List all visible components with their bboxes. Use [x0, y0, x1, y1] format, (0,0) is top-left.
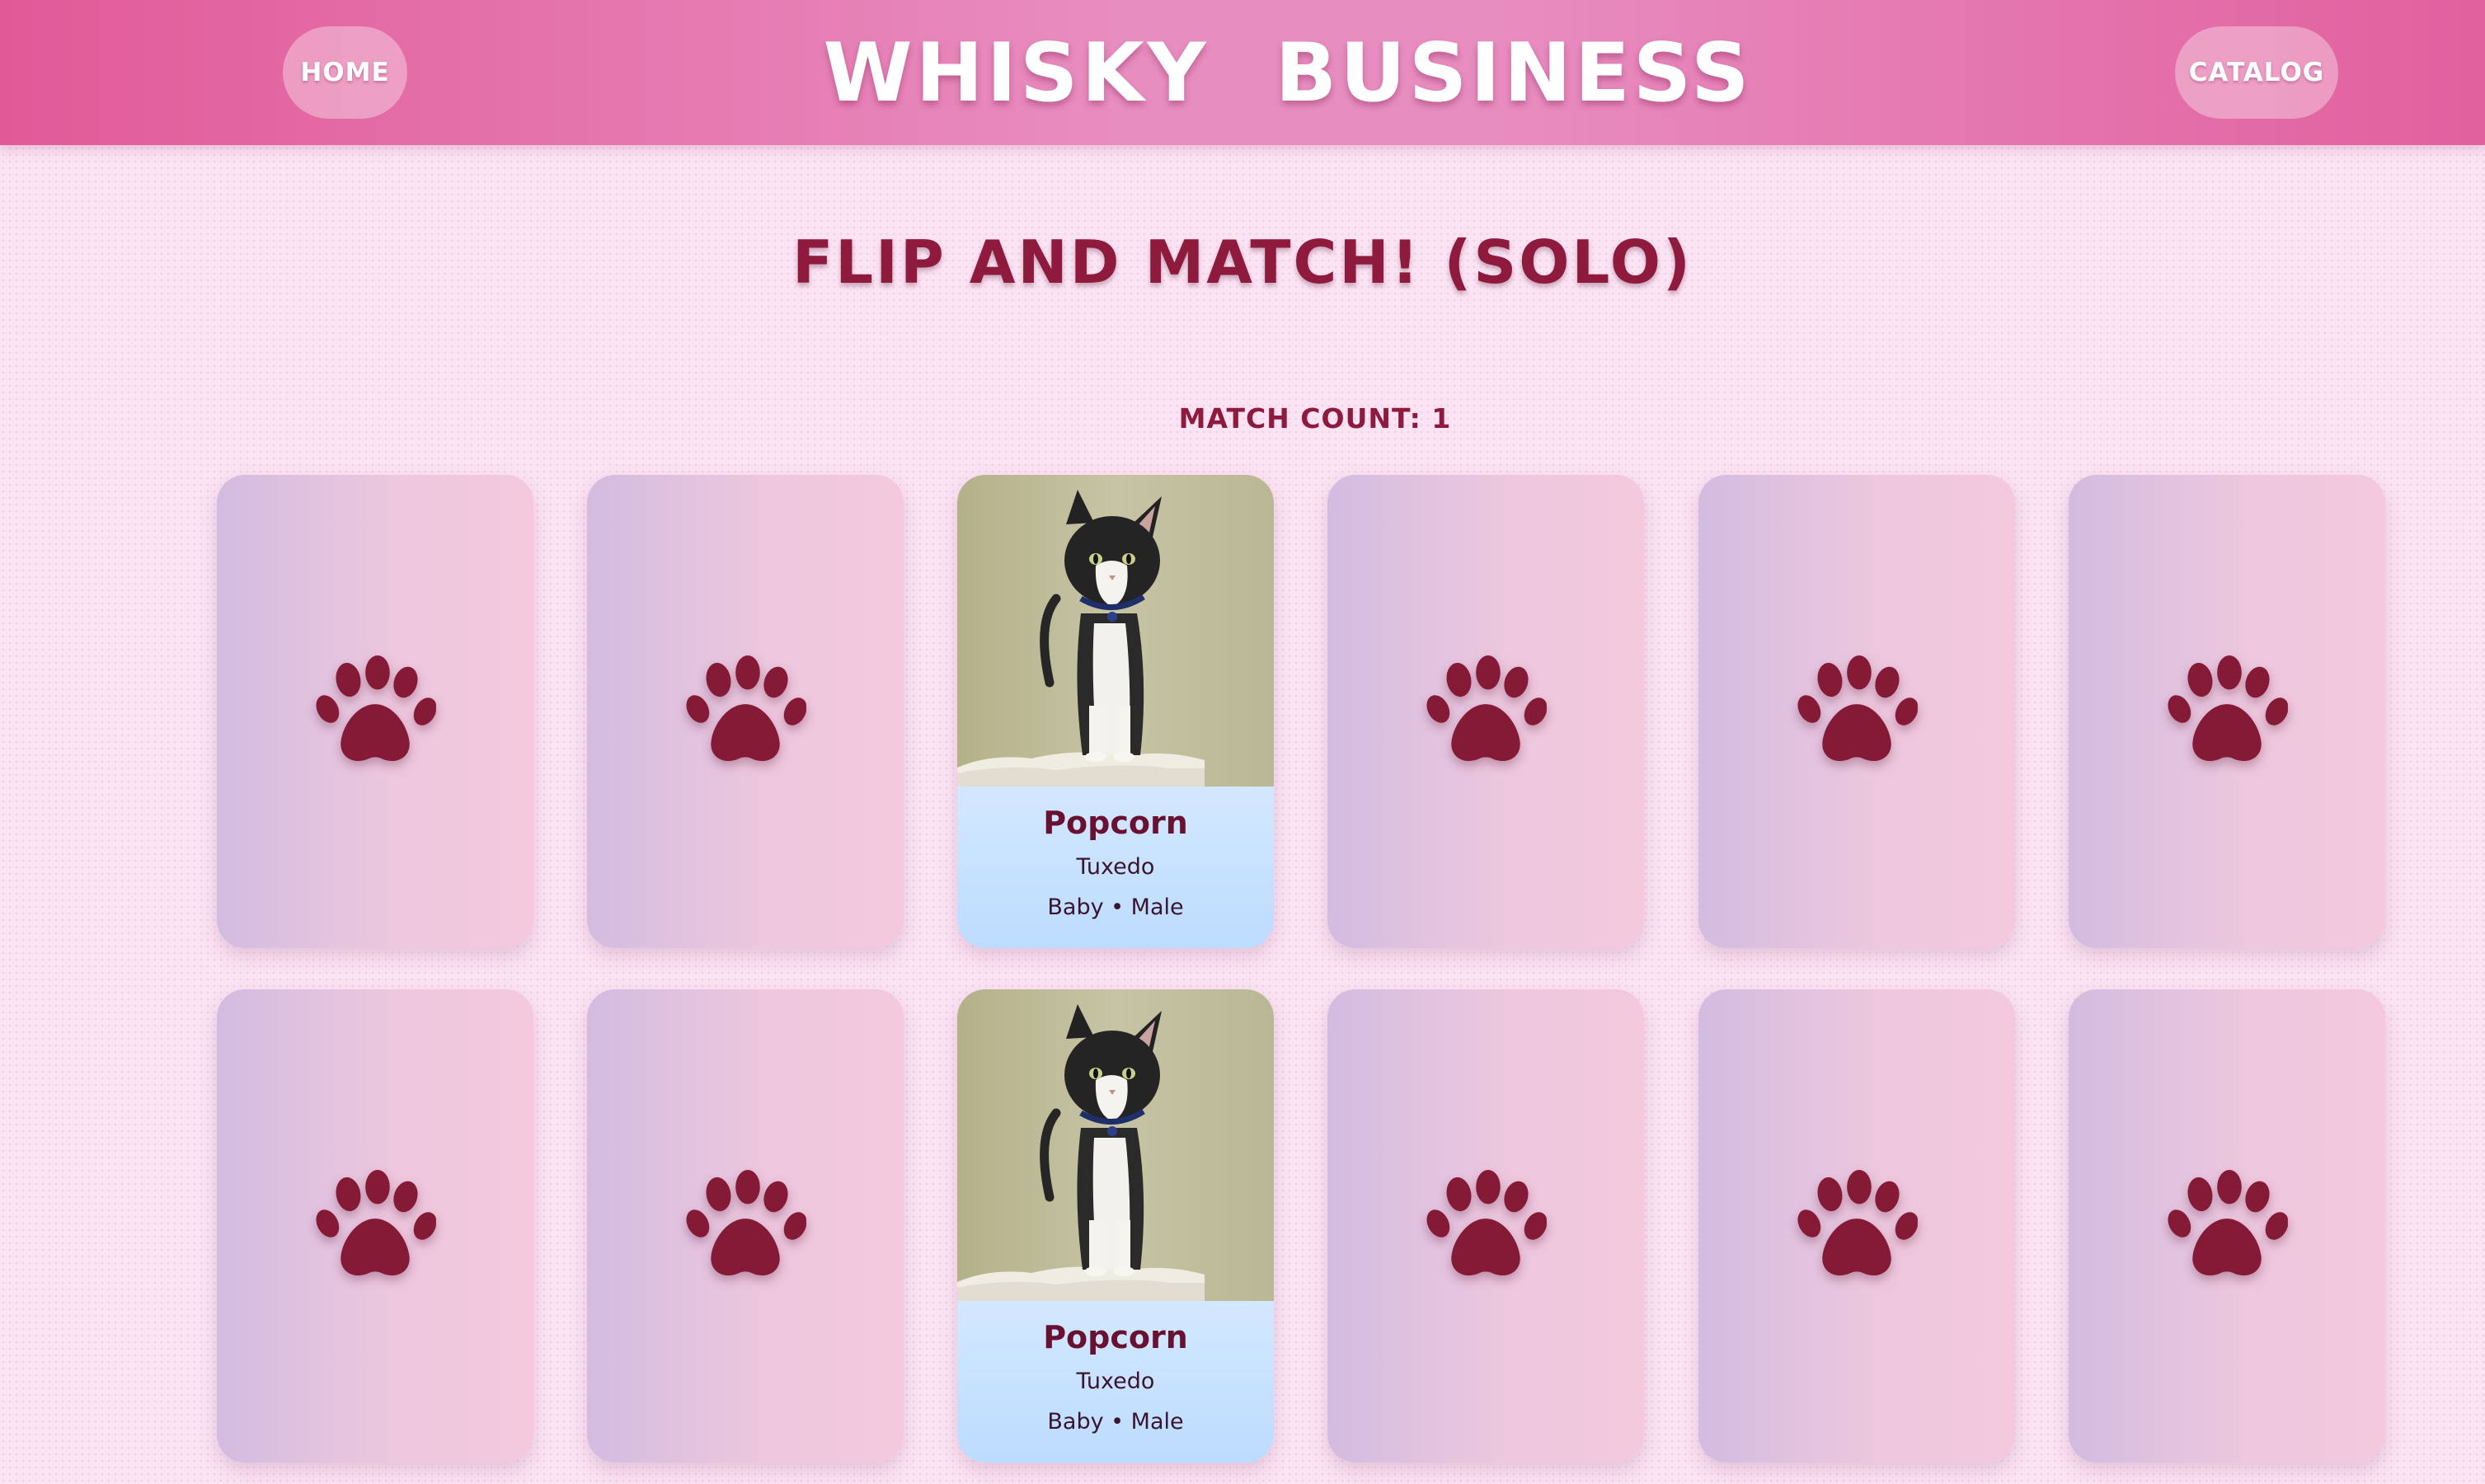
pet-name: Popcorn — [1043, 805, 1188, 841]
site-header: HOME WHISKY BUSINESS CATALOG — [0, 0, 2485, 145]
brand-word-whisky: WHISKY — [823, 26, 1210, 120]
memory-card-facedown[interactable] — [2069, 475, 2385, 948]
memory-card-facedown[interactable] — [1698, 475, 2015, 948]
pet-name: Popcorn — [1043, 1319, 1188, 1355]
pet-age-sex: Baby • Male — [1047, 1409, 1184, 1435]
match-count: MATCH COUNT: 1 — [1178, 402, 1452, 434]
paw-icon — [313, 1170, 437, 1282]
cat-photo — [957, 989, 1274, 1301]
card-info: Popcorn Tuxedo Baby • Male — [957, 787, 1274, 948]
paw-icon — [2165, 655, 2289, 768]
pet-breed: Tuxedo — [1076, 854, 1155, 880]
memory-card-revealed[interactable]: Popcorn Tuxedo Baby • Male — [957, 475, 1274, 948]
memory-card-facedown[interactable] — [587, 989, 904, 1463]
memory-card-facedown[interactable] — [2069, 989, 2385, 1463]
card-info: Popcorn Tuxedo Baby • Male — [957, 1301, 1274, 1463]
memory-card-facedown[interactable] — [217, 989, 533, 1463]
memory-card-revealed[interactable]: Popcorn Tuxedo Baby • Male — [957, 989, 1274, 1463]
brand-word-business: BUSINESS — [1275, 26, 1753, 120]
pet-age-sex: Baby • Male — [1047, 895, 1184, 920]
paw-icon — [313, 655, 437, 768]
paw-icon — [2165, 1170, 2289, 1282]
paw-icon — [683, 1170, 807, 1282]
memory-card-facedown[interactable] — [1327, 989, 1644, 1463]
catalog-button[interactable]: CATALOG — [2175, 26, 2338, 119]
memory-card-facedown[interactable] — [217, 475, 533, 948]
site-logo[interactable]: WHISKY BUSINESS — [823, 20, 1749, 127]
home-button[interactable]: HOME — [283, 26, 407, 119]
paw-icon — [1795, 1170, 1919, 1282]
page-title: FLIP AND MATCH! (SOLO) — [792, 228, 1693, 297]
paw-icon — [683, 655, 807, 768]
cat-photo — [957, 475, 1274, 787]
memory-card-facedown[interactable] — [1698, 989, 2015, 1463]
pet-breed: Tuxedo — [1076, 1369, 1155, 1394]
paw-icon — [1795, 655, 1919, 768]
memory-card-facedown[interactable] — [1327, 475, 1644, 948]
memory-card-facedown[interactable] — [587, 475, 904, 948]
paw-icon — [1424, 1170, 1548, 1282]
paw-icon — [1424, 655, 1548, 768]
